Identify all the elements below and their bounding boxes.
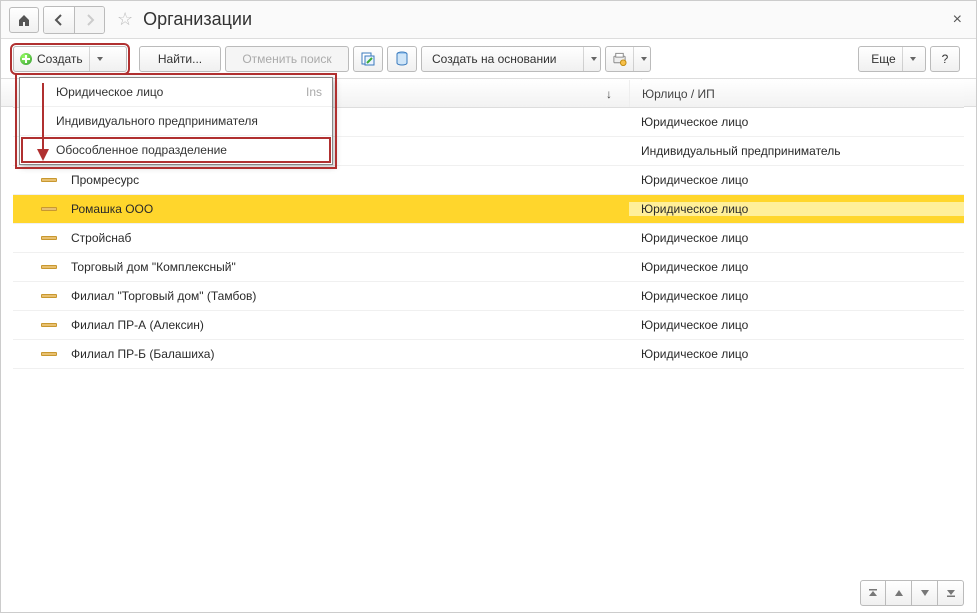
triangle-up-icon — [894, 588, 904, 598]
more-button[interactable]: Еще — [858, 46, 926, 72]
create-dropdown-arrow[interactable] — [89, 47, 104, 71]
table-row[interactable]: Филиал ПР-А (Алексин)Юридическое лицо — [13, 311, 964, 340]
more-dropdown-arrow[interactable] — [902, 47, 917, 71]
back-button[interactable] — [44, 7, 74, 33]
print-gear-icon — [612, 51, 627, 67]
create-based-label: Создать на основании — [432, 52, 557, 66]
more-label: Еще — [871, 52, 895, 66]
plus-icon — [20, 53, 32, 65]
home-button[interactable] — [9, 7, 39, 33]
row-name: Филиал ПР-А (Алексин) — [71, 318, 629, 332]
create-based-dropdown-arrow[interactable] — [583, 47, 598, 71]
database-icon — [395, 51, 409, 67]
chevron-down-icon — [640, 55, 648, 63]
create-button-label: Создать — [37, 52, 83, 66]
menu-item-label: Индивидуального предпринимателя — [56, 114, 258, 128]
find-button-label: Найти... — [158, 52, 202, 66]
grid-first-button[interactable] — [860, 580, 886, 606]
arrow-left-icon — [53, 14, 65, 26]
table-row[interactable]: Филиал ПР-Б (Балашиха)Юридическое лицо — [13, 340, 964, 369]
create-button[interactable]: Создать — [13, 46, 127, 72]
row-type: Юридическое лицо — [629, 347, 964, 361]
page-title: Организации — [143, 9, 252, 30]
titlebar: ☆ Организации × — [1, 1, 976, 39]
table-row[interactable]: Ромашка ОООЮридическое лицо — [13, 195, 964, 224]
help-button[interactable]: ? — [930, 46, 960, 72]
grid-down-button[interactable] — [912, 580, 938, 606]
nav-group — [43, 6, 105, 34]
create-based-button[interactable]: Создать на основании — [421, 46, 601, 72]
chevron-down-icon — [909, 55, 917, 63]
row-type: Юридическое лицо — [629, 260, 964, 274]
database-button[interactable] — [387, 46, 417, 72]
menu-item-individual[interactable]: Индивидуального предпринимателя — [20, 107, 332, 136]
grid-up-button[interactable] — [886, 580, 912, 606]
row-name: Филиал ПР-Б (Балашиха) — [71, 347, 629, 361]
table-row[interactable]: Торговый дом "Комплексный"Юридическое ли… — [13, 253, 964, 282]
row-marker-icon — [41, 178, 57, 182]
toolbar: Создать Найти... Отменить поиск Создать … — [1, 39, 976, 79]
row-type: Юридическое лицо — [629, 202, 964, 216]
help-label: ? — [942, 52, 949, 66]
close-button[interactable]: × — [947, 11, 968, 29]
menu-item-label: Юридическое лицо — [56, 85, 163, 99]
table-row[interactable]: ПромресурсЮридическое лицо — [13, 166, 964, 195]
row-type: Юридическое лицо — [629, 318, 964, 332]
row-type: Индивидуальный предприниматель — [629, 144, 964, 158]
print-button[interactable] — [605, 46, 651, 72]
arrow-right-icon — [84, 14, 96, 26]
clipboard-button[interactable] — [353, 46, 383, 72]
row-type: Юридическое лицо — [629, 231, 964, 245]
chevron-down-icon — [96, 55, 104, 63]
row-marker-icon — [41, 207, 57, 211]
row-name: Промресурс — [71, 173, 629, 187]
row-type: Юридическое лицо — [629, 289, 964, 303]
print-dropdown-arrow[interactable] — [633, 47, 648, 71]
row-marker-icon — [41, 294, 57, 298]
chevron-down-icon — [590, 55, 598, 63]
row-name: Стройснаб — [71, 231, 629, 245]
forward-button[interactable] — [74, 7, 104, 33]
row-marker-icon — [41, 323, 57, 327]
bar-up-icon — [868, 588, 878, 598]
menu-item-label: Обособленное подразделение — [56, 143, 227, 157]
find-button[interactable]: Найти... — [139, 46, 221, 72]
row-name: Филиал "Торговый дом" (Тамбов) — [71, 289, 629, 303]
menu-item-legal-entity[interactable]: Юридическое лицо Ins — [20, 78, 332, 107]
cancel-search-button[interactable]: Отменить поиск — [225, 46, 349, 72]
row-marker-icon — [41, 352, 57, 356]
row-name: Торговый дом "Комплексный" — [71, 260, 629, 274]
grid-last-button[interactable] — [938, 580, 964, 606]
cancel-search-label: Отменить поиск — [242, 52, 331, 66]
triangle-down-icon — [920, 588, 930, 598]
row-name: Ромашка ООО — [71, 202, 629, 216]
favorite-icon[interactable]: ☆ — [117, 9, 133, 30]
table-row[interactable]: СтройснабЮридическое лицо — [13, 224, 964, 253]
column-sort-indicator[interactable]: ↓ — [589, 80, 629, 107]
row-type: Юридическое лицо — [629, 115, 964, 129]
table-row[interactable]: Филиал "Торговый дом" (Тамбов)Юридическо… — [13, 282, 964, 311]
menu-item-shortcut: Ins — [306, 85, 322, 99]
grid-nav-buttons — [860, 580, 964, 606]
row-type: Юридическое лицо — [629, 173, 964, 187]
home-icon — [17, 13, 31, 27]
clipboard-icon — [360, 51, 376, 67]
create-dropdown-menu: Юридическое лицо Ins Индивидуального пре… — [19, 77, 333, 165]
row-marker-icon — [41, 265, 57, 269]
column-header-type[interactable]: Юрлицо / ИП — [629, 80, 964, 107]
menu-item-subdivision[interactable]: Обособленное подразделение — [20, 136, 332, 164]
bar-down-icon — [946, 588, 956, 598]
row-marker-icon — [41, 236, 57, 240]
